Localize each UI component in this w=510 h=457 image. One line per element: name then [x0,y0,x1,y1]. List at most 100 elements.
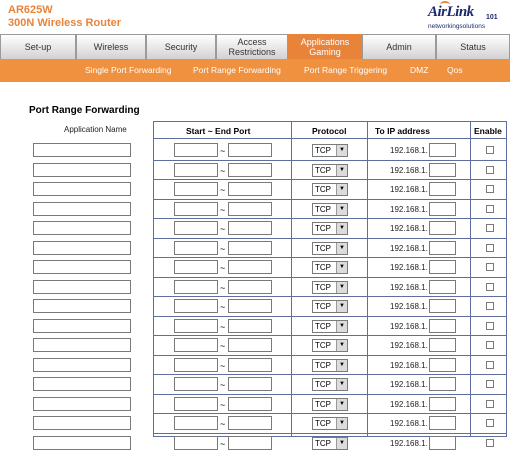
end-port-input[interactable] [228,416,272,430]
subnav-dmz[interactable]: DMZ [410,65,428,75]
start-port-input[interactable] [174,319,218,333]
tab-status[interactable]: Status [436,34,510,59]
application-name-input[interactable] [33,338,131,352]
start-port-input[interactable] [174,299,218,313]
tab-security[interactable]: Security [146,34,216,59]
enable-checkbox[interactable] [486,263,494,271]
tab-setup[interactable]: Set-up [0,34,76,59]
enable-checkbox[interactable] [486,361,494,369]
start-port-input[interactable] [174,260,218,274]
ip-last-octet-input[interactable] [429,182,456,196]
ip-last-octet-input[interactable] [429,436,456,450]
start-port-input[interactable] [174,416,218,430]
end-port-input[interactable] [228,377,272,391]
protocol-select[interactable]: TCP ▼ [312,164,348,177]
protocol-select[interactable]: TCP ▼ [312,398,348,411]
end-port-input[interactable] [228,221,272,235]
end-port-input[interactable] [228,260,272,274]
application-name-input[interactable] [33,241,131,255]
enable-checkbox[interactable] [486,244,494,252]
ip-last-octet-input[interactable] [429,260,456,274]
subnav-port-range-triggering[interactable]: Port Range Triggering [304,65,387,75]
end-port-input[interactable] [228,319,272,333]
enable-checkbox[interactable] [486,302,494,310]
protocol-select[interactable]: TCP ▼ [312,339,348,352]
tab-applications-gaming[interactable]: Applications Gaming [288,34,362,59]
start-port-input[interactable] [174,338,218,352]
ip-last-octet-input[interactable] [429,221,456,235]
application-name-input[interactable] [33,436,131,450]
protocol-select[interactable]: TCP ▼ [312,144,348,157]
enable-checkbox[interactable] [486,419,494,427]
protocol-select[interactable]: TCP ▼ [312,320,348,333]
enable-checkbox[interactable] [486,341,494,349]
application-name-input[interactable] [33,280,131,294]
ip-last-octet-input[interactable] [429,202,456,216]
subnav-single-port-forwarding[interactable]: Single Port Forwarding [85,65,171,75]
start-port-input[interactable] [174,182,218,196]
protocol-select[interactable]: TCP ▼ [312,222,348,235]
enable-checkbox[interactable] [486,283,494,291]
application-name-input[interactable] [33,260,131,274]
start-port-input[interactable] [174,377,218,391]
enable-checkbox[interactable] [486,166,494,174]
tab-wireless[interactable]: Wireless [76,34,146,59]
application-name-input[interactable] [33,202,131,216]
application-name-input[interactable] [33,163,131,177]
enable-checkbox[interactable] [486,380,494,388]
protocol-select[interactable]: TCP ▼ [312,359,348,372]
ip-last-octet-input[interactable] [429,163,456,177]
ip-last-octet-input[interactable] [429,299,456,313]
end-port-input[interactable] [228,397,272,411]
ip-last-octet-input[interactable] [429,319,456,333]
subnav-qos[interactable]: Qos [447,65,463,75]
start-port-input[interactable] [174,163,218,177]
application-name-input[interactable] [33,319,131,333]
end-port-input[interactable] [228,338,272,352]
subnav-port-range-forwarding[interactable]: Port Range Forwarding [193,65,281,75]
ip-last-octet-input[interactable] [429,358,456,372]
end-port-input[interactable] [228,163,272,177]
tab-admin[interactable]: Admin [362,34,436,59]
application-name-input[interactable] [33,397,131,411]
start-port-input[interactable] [174,241,218,255]
enable-checkbox[interactable] [486,146,494,154]
end-port-input[interactable] [228,143,272,157]
end-port-input[interactable] [228,358,272,372]
ip-last-octet-input[interactable] [429,377,456,391]
ip-last-octet-input[interactable] [429,416,456,430]
application-name-input[interactable] [33,182,131,196]
start-port-input[interactable] [174,397,218,411]
start-port-input[interactable] [174,280,218,294]
end-port-input[interactable] [228,299,272,313]
application-name-input[interactable] [33,221,131,235]
enable-checkbox[interactable] [486,205,494,213]
enable-checkbox[interactable] [486,185,494,193]
end-port-input[interactable] [228,436,272,450]
end-port-input[interactable] [228,280,272,294]
ip-last-octet-input[interactable] [429,338,456,352]
enable-checkbox[interactable] [486,439,494,447]
protocol-select[interactable]: TCP ▼ [312,437,348,450]
application-name-input[interactable] [33,377,131,391]
enable-checkbox[interactable] [486,400,494,408]
ip-last-octet-input[interactable] [429,143,456,157]
start-port-input[interactable] [174,436,218,450]
application-name-input[interactable] [33,358,131,372]
end-port-input[interactable] [228,241,272,255]
ip-last-octet-input[interactable] [429,280,456,294]
protocol-select[interactable]: TCP ▼ [312,203,348,216]
end-port-input[interactable] [228,202,272,216]
start-port-input[interactable] [174,202,218,216]
end-port-input[interactable] [228,182,272,196]
application-name-input[interactable] [33,416,131,430]
protocol-select[interactable]: TCP ▼ [312,242,348,255]
tab-access-restrictions[interactable]: Access Restrictions [216,34,288,59]
protocol-select[interactable]: TCP ▼ [312,378,348,391]
protocol-select[interactable]: TCP ▼ [312,281,348,294]
start-port-input[interactable] [174,143,218,157]
ip-last-octet-input[interactable] [429,241,456,255]
protocol-select[interactable]: TCP ▼ [312,183,348,196]
protocol-select[interactable]: TCP ▼ [312,300,348,313]
application-name-input[interactable] [33,143,131,157]
